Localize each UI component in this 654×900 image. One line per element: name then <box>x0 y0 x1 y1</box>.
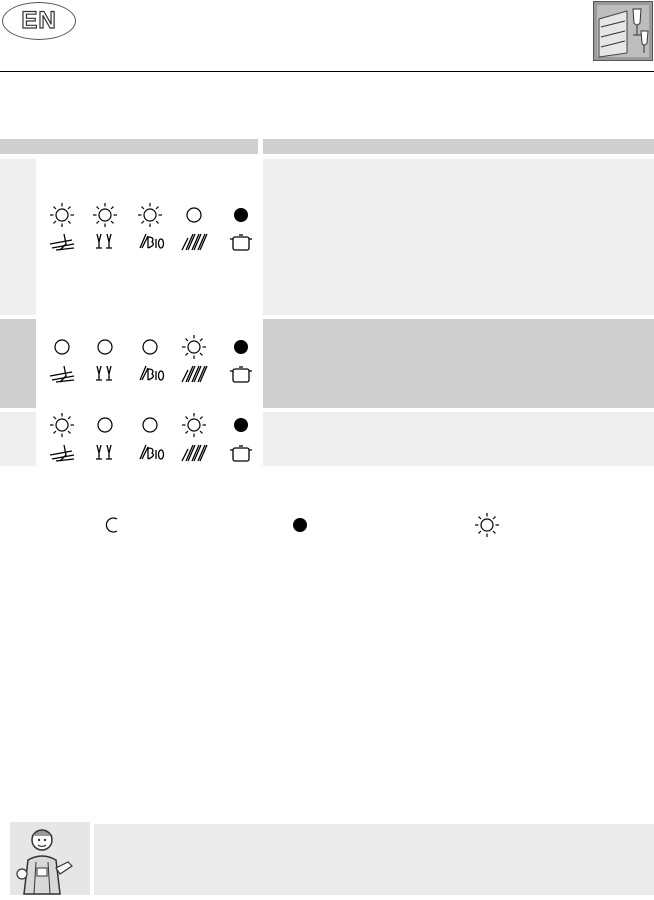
lamp-off-icon <box>134 409 166 441</box>
pots-pans-icon <box>46 364 78 386</box>
glasses-icon <box>89 443 121 465</box>
pot-icon <box>225 443 257 465</box>
bio-icon <box>134 364 166 386</box>
table-row-1-label-cell <box>0 159 36 315</box>
plates-icon <box>178 364 210 386</box>
pots-pans-icon <box>46 232 78 254</box>
table-row-3-description-cell <box>263 412 654 466</box>
table-row-1-description-cell <box>263 159 654 315</box>
filled-circle-icon <box>288 513 312 537</box>
pot-icon <box>225 232 257 254</box>
plates-icon <box>178 232 210 254</box>
pots-pans-icon <box>46 443 78 465</box>
table-row-2-description-cell <box>263 319 654 408</box>
plates-icon <box>178 443 210 465</box>
lamp-off-icon <box>89 409 121 441</box>
open-circle-icon <box>100 513 124 537</box>
language-badge: EN <box>2 2 76 40</box>
lamp-flashing-icon <box>46 199 78 231</box>
technician-icon <box>10 822 90 895</box>
header-rule <box>0 71 654 72</box>
pot-icon <box>225 364 257 386</box>
glasses-icon <box>89 232 121 254</box>
lamp-flashing-icon <box>178 409 210 441</box>
lamp-on-icon <box>225 199 257 231</box>
table-row-3-label-cell <box>0 412 36 466</box>
lamp-on-icon <box>225 331 257 363</box>
lamp-off-icon <box>89 331 121 363</box>
lamp-flashing-icon <box>134 199 166 231</box>
lamp-off-icon <box>46 331 78 363</box>
glasses-icon <box>89 364 121 386</box>
flashing-light-icon <box>475 513 499 537</box>
table-header-indicators <box>0 139 258 154</box>
lamp-on-icon <box>225 409 257 441</box>
lamp-flashing-icon <box>178 331 210 363</box>
lamp-off-icon <box>134 331 166 363</box>
table-row-2-label-cell <box>0 319 36 408</box>
lamp-flashing-icon <box>46 409 78 441</box>
table-header-description <box>263 139 654 154</box>
bio-icon <box>134 232 166 254</box>
tip-box <box>94 824 654 895</box>
lamp-off-icon <box>178 199 210 231</box>
dishwasher-glasses-icon <box>593 1 653 61</box>
bio-icon <box>134 443 166 465</box>
lamp-flashing-icon <box>89 199 121 231</box>
